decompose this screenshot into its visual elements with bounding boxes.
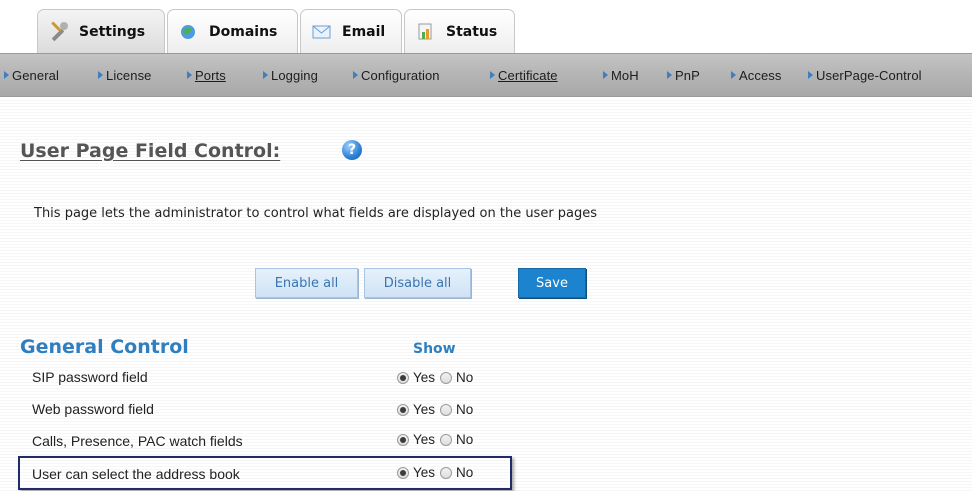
tab-bar: Settings Domains Email Status bbox=[0, 0, 972, 53]
row-label-web-password: Web password field bbox=[32, 401, 154, 417]
tab-settings-label: Settings bbox=[79, 23, 146, 40]
page-title: User Page Field Control: bbox=[20, 140, 281, 162]
radio-yes[interactable] bbox=[397, 466, 409, 479]
nav-certificate[interactable]: Certificate bbox=[490, 68, 558, 83]
globe-icon bbox=[178, 21, 200, 43]
arrow-right-icon bbox=[490, 71, 495, 79]
nav-logging[interactable]: Logging bbox=[263, 68, 318, 83]
tab-email[interactable]: Email bbox=[300, 9, 402, 53]
save-button[interactable]: Save bbox=[518, 268, 586, 298]
nav-access[interactable]: Access bbox=[731, 68, 782, 83]
page-description: This page lets the administrator to cont… bbox=[34, 206, 598, 221]
nav-userpage-control[interactable]: UserPage-Control bbox=[808, 68, 922, 83]
arrow-right-icon bbox=[603, 71, 608, 79]
tab-status-label: Status bbox=[446, 23, 498, 40]
tab-email-label: Email bbox=[342, 23, 386, 40]
arrow-right-icon bbox=[353, 71, 358, 79]
nav-license[interactable]: License bbox=[98, 68, 152, 83]
arrow-right-icon bbox=[187, 71, 192, 79]
show-column-header: Show bbox=[413, 341, 456, 357]
nav-general[interactable]: General bbox=[4, 68, 59, 83]
radio-group-sip-password: Yes No bbox=[397, 370, 473, 385]
nav-ports[interactable]: Ports bbox=[187, 68, 226, 83]
arrow-right-icon bbox=[98, 71, 103, 79]
nav-configuration[interactable]: Configuration bbox=[353, 68, 440, 83]
radio-no[interactable] bbox=[440, 403, 453, 416]
radio-no[interactable] bbox=[440, 466, 453, 479]
settings-tools-icon bbox=[48, 21, 70, 43]
arrow-right-icon bbox=[263, 71, 268, 79]
radio-no[interactable] bbox=[440, 433, 453, 446]
arrow-right-icon bbox=[808, 71, 813, 79]
row-label-sip-password: SIP password field bbox=[32, 369, 148, 385]
radio-group-web-password: Yes No bbox=[397, 402, 473, 417]
envelope-icon bbox=[311, 21, 333, 43]
row-label-calls-presence: Calls, Presence, PAC watch fields bbox=[32, 433, 243, 449]
radio-yes[interactable] bbox=[397, 403, 409, 416]
arrow-right-icon bbox=[731, 71, 736, 79]
help-icon[interactable]: ? bbox=[342, 140, 362, 160]
disable-all-button[interactable]: Disable all bbox=[364, 268, 471, 298]
radio-yes[interactable] bbox=[397, 371, 409, 384]
tab-settings[interactable]: Settings bbox=[37, 9, 165, 53]
radio-no[interactable] bbox=[440, 371, 453, 384]
radio-group-address-book: Yes No bbox=[397, 465, 473, 480]
status-icon bbox=[415, 21, 437, 43]
tab-domains[interactable]: Domains bbox=[167, 9, 298, 53]
radio-yes[interactable] bbox=[397, 433, 409, 446]
nav-moh[interactable]: MoH bbox=[603, 68, 639, 83]
row-label-address-book: User can select the address book bbox=[32, 466, 240, 482]
arrow-right-icon bbox=[4, 71, 9, 79]
tab-domains-label: Domains bbox=[209, 23, 278, 40]
section-title: General Control bbox=[20, 336, 189, 358]
arrow-right-icon bbox=[667, 71, 672, 79]
radio-group-calls-presence: Yes No bbox=[397, 432, 473, 447]
nav-pnp[interactable]: PnP bbox=[667, 68, 700, 83]
sub-navigation: General License Ports Logging Configurat… bbox=[0, 53, 972, 97]
enable-all-button[interactable]: Enable all bbox=[255, 268, 358, 298]
tab-status[interactable]: Status bbox=[404, 9, 515, 53]
